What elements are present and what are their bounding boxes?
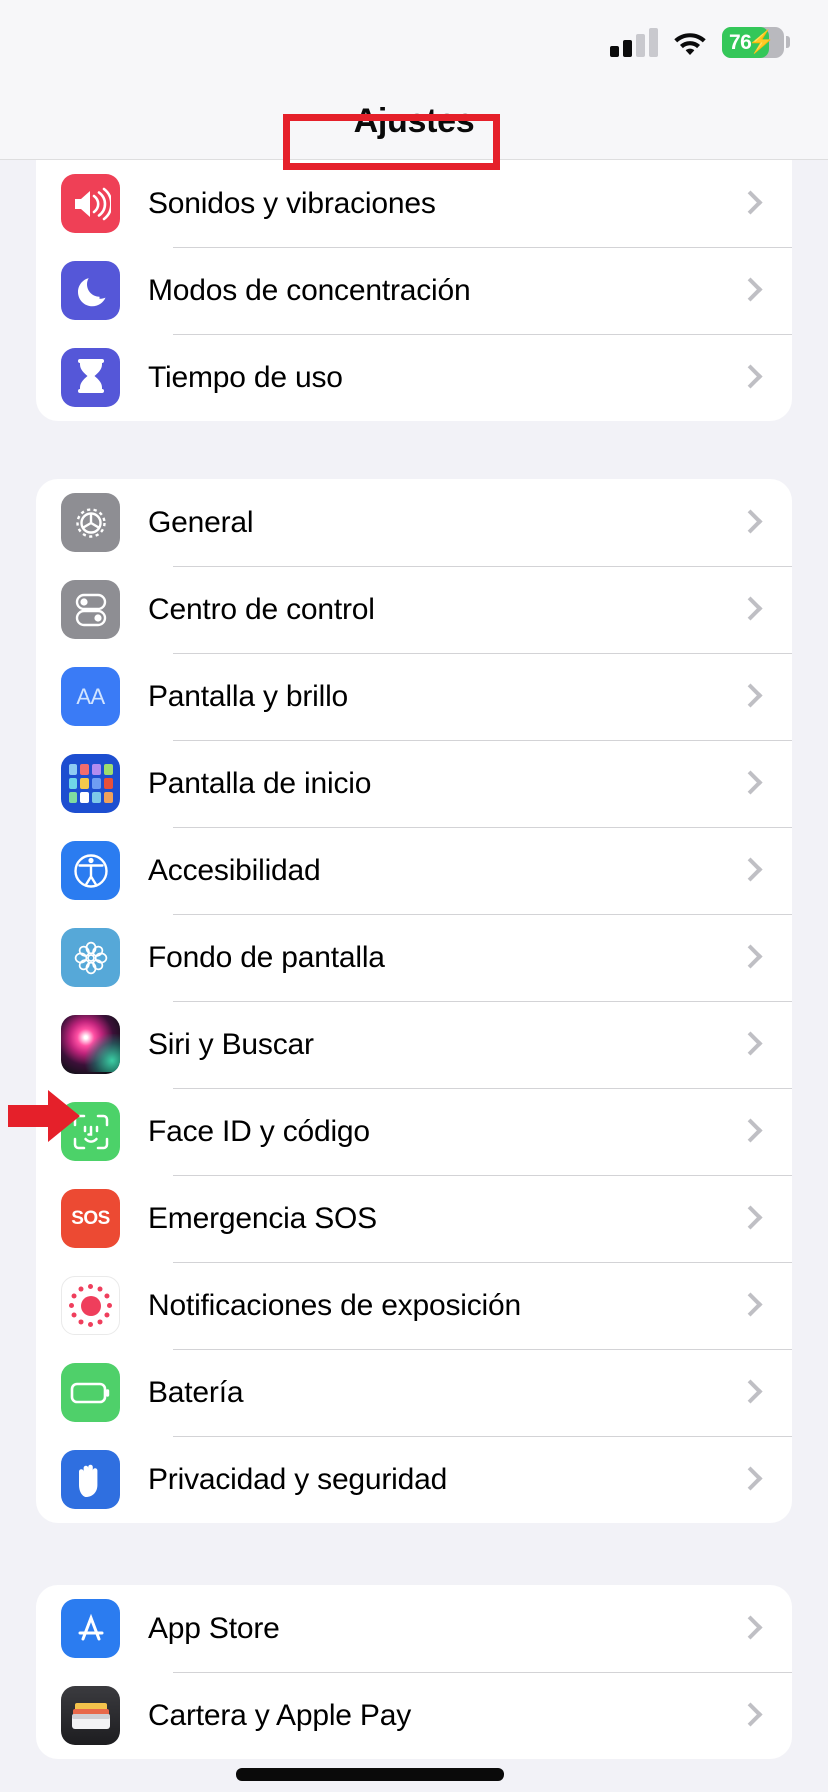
chevron-right-icon bbox=[741, 682, 758, 712]
hourglass-icon bbox=[61, 348, 120, 407]
settings-row-label: Privacidad y seguridad bbox=[148, 1462, 448, 1496]
sos-glyph: SOS bbox=[71, 1207, 110, 1229]
settings-row-modos-de-concentracion[interactable]: Modos de concentración bbox=[36, 247, 792, 334]
settings-group-store: App Store Cartera y Apple Pay bbox=[36, 1585, 792, 1759]
settings-row-label: Face ID y código bbox=[148, 1114, 370, 1148]
settings-row-pantalla-y-brillo[interactable]: AA Pantalla y brillo bbox=[36, 653, 792, 740]
sos-icon: SOS bbox=[61, 1189, 120, 1248]
settings-row-label: Tiempo de uso bbox=[148, 360, 343, 394]
settings-row-privacidad-y-seguridad[interactable]: Privacidad y seguridad bbox=[36, 1436, 792, 1523]
wallet-icon bbox=[61, 1686, 120, 1745]
settings-group-system: General Centro de control AA Pantalla y … bbox=[36, 479, 792, 1523]
moon-icon bbox=[61, 261, 120, 320]
settings-row-label: Batería bbox=[148, 1375, 244, 1409]
settings-row-emergencia-sos[interactable]: SOS Emergencia SOS bbox=[36, 1175, 792, 1262]
settings-row-label: Cartera y Apple Pay bbox=[148, 1698, 412, 1732]
battery-icon bbox=[61, 1363, 120, 1422]
exposure-dots-icon bbox=[61, 1276, 120, 1335]
settings-row-label: Emergencia SOS bbox=[148, 1201, 377, 1235]
settings-row-tiempo-de-uso[interactable]: Tiempo de uso bbox=[36, 334, 792, 421]
chevron-right-icon bbox=[741, 363, 758, 393]
cellular-signal-icon bbox=[610, 27, 658, 57]
annotation-redaction-bar bbox=[236, 1768, 504, 1781]
app-store-icon bbox=[61, 1599, 120, 1658]
navigation-header: Ajustes bbox=[0, 84, 828, 160]
settings-row-fondo-de-pantalla[interactable]: Fondo de pantalla bbox=[36, 914, 792, 1001]
settings-list[interactable]: Sonidos y vibraciones Modos de concentra… bbox=[0, 160, 828, 1792]
chevron-right-icon bbox=[741, 856, 758, 886]
settings-row-label: Modos de concentración bbox=[148, 273, 471, 307]
chevron-right-icon bbox=[741, 1701, 758, 1731]
chevron-right-icon bbox=[741, 1291, 758, 1321]
settings-row-general[interactable]: General bbox=[36, 479, 792, 566]
settings-row-label: Pantalla y brillo bbox=[148, 679, 349, 713]
settings-row-centro-de-control[interactable]: Centro de control bbox=[36, 566, 792, 653]
settings-row-label: General bbox=[148, 505, 254, 539]
chevron-right-icon bbox=[741, 1614, 758, 1644]
settings-row-label: Notificaciones de exposición bbox=[148, 1288, 521, 1322]
hand-privacy-icon bbox=[61, 1450, 120, 1509]
settings-row-label: Centro de control bbox=[148, 592, 375, 626]
chevron-right-icon bbox=[741, 943, 758, 973]
settings-row-sonidos-y-vibraciones[interactable]: Sonidos y vibraciones bbox=[36, 160, 792, 247]
accessibility-person-icon bbox=[61, 841, 120, 900]
face-id-icon bbox=[61, 1102, 120, 1161]
settings-row-label: Sonidos y vibraciones bbox=[148, 186, 436, 220]
chevron-right-icon bbox=[741, 189, 758, 219]
charging-bolt-icon: ⚡ bbox=[747, 29, 775, 54]
aa-glyph: AA bbox=[76, 683, 105, 709]
settings-row-label: Pantalla de inicio bbox=[148, 766, 372, 800]
battery-status-icon: 76 ⚡ bbox=[722, 26, 784, 58]
settings-row-cartera-y-apple-pay[interactable]: Cartera y Apple Pay bbox=[36, 1672, 792, 1759]
iphone-settings-screen: 76 ⚡ Ajustes Sonidos y vibraciones Modos… bbox=[0, 0, 828, 1792]
toggles-icon bbox=[61, 580, 120, 639]
settings-group-sounds: Sonidos y vibraciones Modos de concentra… bbox=[36, 160, 792, 421]
settings-row-siri-y-buscar[interactable]: Siri y Buscar bbox=[36, 1001, 792, 1088]
wifi-icon bbox=[672, 29, 708, 56]
chevron-right-icon bbox=[741, 1030, 758, 1060]
speaker-waves-icon bbox=[61, 174, 120, 233]
gear-icon bbox=[61, 493, 120, 552]
chevron-right-icon bbox=[741, 276, 758, 306]
settings-row-app-store[interactable]: App Store bbox=[36, 1585, 792, 1672]
settings-row-accesibilidad[interactable]: Accesibilidad bbox=[36, 827, 792, 914]
settings-row-label: App Store bbox=[148, 1611, 280, 1645]
siri-orb-icon bbox=[61, 1015, 120, 1074]
chevron-right-icon bbox=[741, 1465, 758, 1495]
chevron-right-icon bbox=[741, 769, 758, 799]
settings-row-label: Accesibilidad bbox=[148, 853, 321, 887]
chevron-right-icon bbox=[741, 1204, 758, 1234]
settings-row-notificaciones-de-exposicion[interactable]: Notificaciones de exposición bbox=[36, 1262, 792, 1349]
settings-row-pantalla-de-inicio[interactable]: Pantalla de inicio bbox=[36, 740, 792, 827]
flower-wallpaper-icon bbox=[61, 928, 120, 987]
settings-row-label: Fondo de pantalla bbox=[148, 940, 385, 974]
settings-row-face-id-y-codigo[interactable]: Face ID y código bbox=[36, 1088, 792, 1175]
aa-text-size-icon: AA bbox=[61, 667, 120, 726]
chevron-right-icon bbox=[741, 508, 758, 538]
status-bar: 76 ⚡ bbox=[0, 0, 828, 84]
chevron-right-icon bbox=[741, 1117, 758, 1147]
page-title: Ajustes bbox=[353, 102, 475, 140]
chevron-right-icon bbox=[741, 1378, 758, 1408]
chevron-right-icon bbox=[741, 595, 758, 625]
settings-row-bateria[interactable]: Batería bbox=[36, 1349, 792, 1436]
app-grid-icon bbox=[61, 754, 120, 813]
settings-row-label: Siri y Buscar bbox=[148, 1027, 314, 1061]
